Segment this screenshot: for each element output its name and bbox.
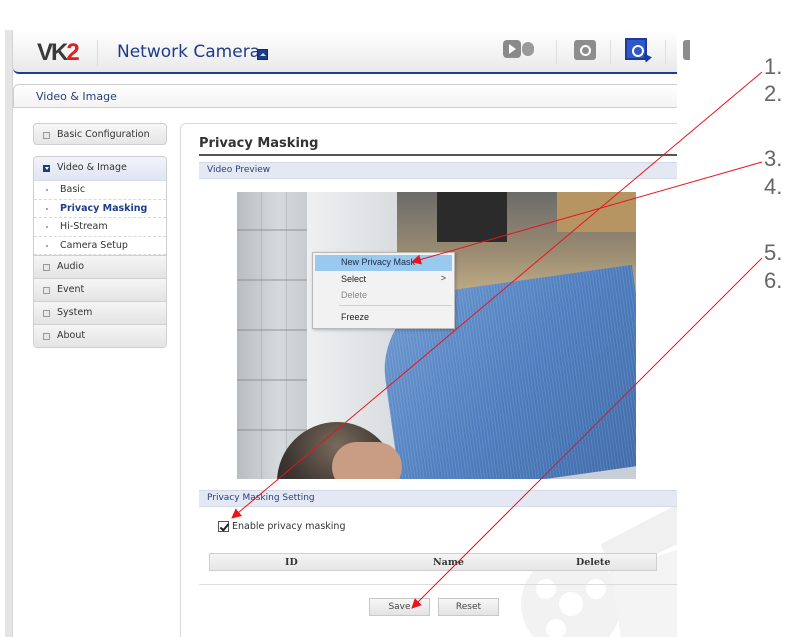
setup-button[interactable] xyxy=(625,38,652,63)
checkbox-label: Enable privacy masking xyxy=(232,521,346,532)
column-header-id: ID xyxy=(285,557,298,568)
more-button[interactable] xyxy=(683,38,690,62)
sidebar-item-label: System xyxy=(57,307,93,318)
content-panel: Privacy Masking Video Preview New Privac… xyxy=(180,123,677,637)
annotation-number-6: 6. xyxy=(764,268,783,293)
save-button[interactable]: Save xyxy=(369,598,430,616)
section-title: Video Preview xyxy=(207,165,271,175)
menu-item-delete: Delete xyxy=(315,288,452,304)
sidebar-item-label: Basic Configuration xyxy=(57,129,150,140)
divider xyxy=(199,154,677,156)
context-menu: New Privacy Mask Select > Delete Freeze xyxy=(312,252,455,329)
expand-icon xyxy=(43,287,50,294)
sidebar-item-system[interactable]: System xyxy=(34,301,166,324)
divider xyxy=(556,40,557,64)
bullet-icon xyxy=(46,189,48,191)
sidebar-group-video-image: Video & Image Basic Privacy Masking Hi-S… xyxy=(33,156,167,348)
collapse-icon[interactable] xyxy=(257,49,268,60)
live-view-button[interactable] xyxy=(503,38,537,62)
reset-button[interactable]: Reset xyxy=(438,598,499,616)
divider xyxy=(665,40,666,64)
sidebar-subitem-hi-stream[interactable]: Hi-Stream xyxy=(34,218,166,237)
screen: VK2 Network Camera Video & Image Basic C… xyxy=(0,0,790,637)
page-title: Privacy Masking xyxy=(199,136,319,151)
search-button[interactable] xyxy=(574,38,600,62)
bullet-icon xyxy=(46,244,48,247)
sidebar-subitem-basic[interactable]: Basic xyxy=(34,181,166,200)
expand-icon xyxy=(43,333,50,340)
sidebar-item-basic-configuration[interactable]: Basic Configuration xyxy=(33,123,167,145)
sidebar-item-event[interactable]: Event xyxy=(34,278,166,301)
menu-item-new-privacy-mask[interactable]: New Privacy Mask xyxy=(315,255,452,271)
menu-separator xyxy=(339,305,452,306)
section-header-video-preview: Video Preview xyxy=(199,162,677,179)
breadcrumb-label: Video & Image xyxy=(36,90,117,103)
submenu-arrow-icon: > xyxy=(440,273,446,283)
sidebar: Basic Configuration Video & Image Basic … xyxy=(33,123,167,348)
video-scene xyxy=(332,442,402,479)
breadcrumb: Video & Image xyxy=(13,84,677,108)
logo-accent: 2 xyxy=(66,39,79,66)
menu-item-freeze[interactable]: Freeze xyxy=(315,310,452,326)
sidebar-subitem-label: Hi-Stream xyxy=(60,221,108,232)
expand-icon xyxy=(43,264,50,271)
sidebar-subitem-privacy-masking[interactable]: Privacy Masking xyxy=(34,200,166,218)
video-scene xyxy=(557,192,636,232)
expand-icon xyxy=(43,310,50,317)
audio-icon xyxy=(522,42,534,56)
sidebar-subitem-label: Camera Setup xyxy=(60,239,128,251)
column-header-delete: Delete xyxy=(576,557,611,568)
menu-item-label: New Privacy Mask xyxy=(341,257,416,267)
window-frame xyxy=(5,30,13,637)
sidebar-item-video-image[interactable]: Video & Image xyxy=(34,157,166,181)
bullet-icon xyxy=(46,207,48,210)
sidebar-item-label: Video & Image xyxy=(57,162,127,173)
sidebar-subitem-label: Privacy Masking xyxy=(60,202,148,214)
collapse-icon xyxy=(43,165,50,172)
bullet-icon xyxy=(46,226,48,228)
logo: VK2 xyxy=(37,39,80,67)
sidebar-subitem-camera-setup[interactable]: Camera Setup xyxy=(34,237,166,255)
more-icon xyxy=(683,40,690,60)
expand-icon xyxy=(43,132,50,139)
video-scene xyxy=(437,192,507,242)
column-header-name: Name xyxy=(433,557,464,568)
divider xyxy=(610,40,611,64)
menu-item-select[interactable]: Select > xyxy=(315,272,452,288)
divider xyxy=(97,40,98,66)
section-title: Privacy Masking Setting xyxy=(207,493,315,503)
sidebar-subitem-label: Basic xyxy=(60,184,86,195)
sidebar-item-about[interactable]: About xyxy=(34,324,166,347)
menu-item-label: Delete xyxy=(341,290,368,300)
sidebar-item-label: About xyxy=(57,330,86,341)
play-icon xyxy=(503,40,521,58)
annotation-number-2: 2. xyxy=(764,81,783,106)
video-preview[interactable]: New Privacy Mask Select > Delete Freeze xyxy=(237,192,636,479)
sidebar-item-label: Audio xyxy=(57,261,85,272)
sidebar-item-audio[interactable]: Audio xyxy=(34,255,166,278)
divider xyxy=(199,584,677,585)
annotation-number-1: 1. xyxy=(764,54,783,79)
privacy-mask-table-header: ID Name Delete xyxy=(209,553,657,571)
search-icon xyxy=(574,40,596,60)
app-title: Network Camera xyxy=(117,42,261,62)
annotation-number-4: 4. xyxy=(764,174,783,199)
menu-item-label: Select xyxy=(341,274,367,284)
sidebar-item-label: Event xyxy=(57,284,85,295)
annotation-number-3: 3. xyxy=(764,146,783,171)
app-header: VK2 Network Camera xyxy=(13,30,690,74)
logo-text: VK xyxy=(37,39,68,66)
checkbox-checked-icon[interactable] xyxy=(218,521,229,532)
annotation-number-5: 5. xyxy=(764,240,783,265)
menu-item-label: Freeze xyxy=(341,312,370,322)
